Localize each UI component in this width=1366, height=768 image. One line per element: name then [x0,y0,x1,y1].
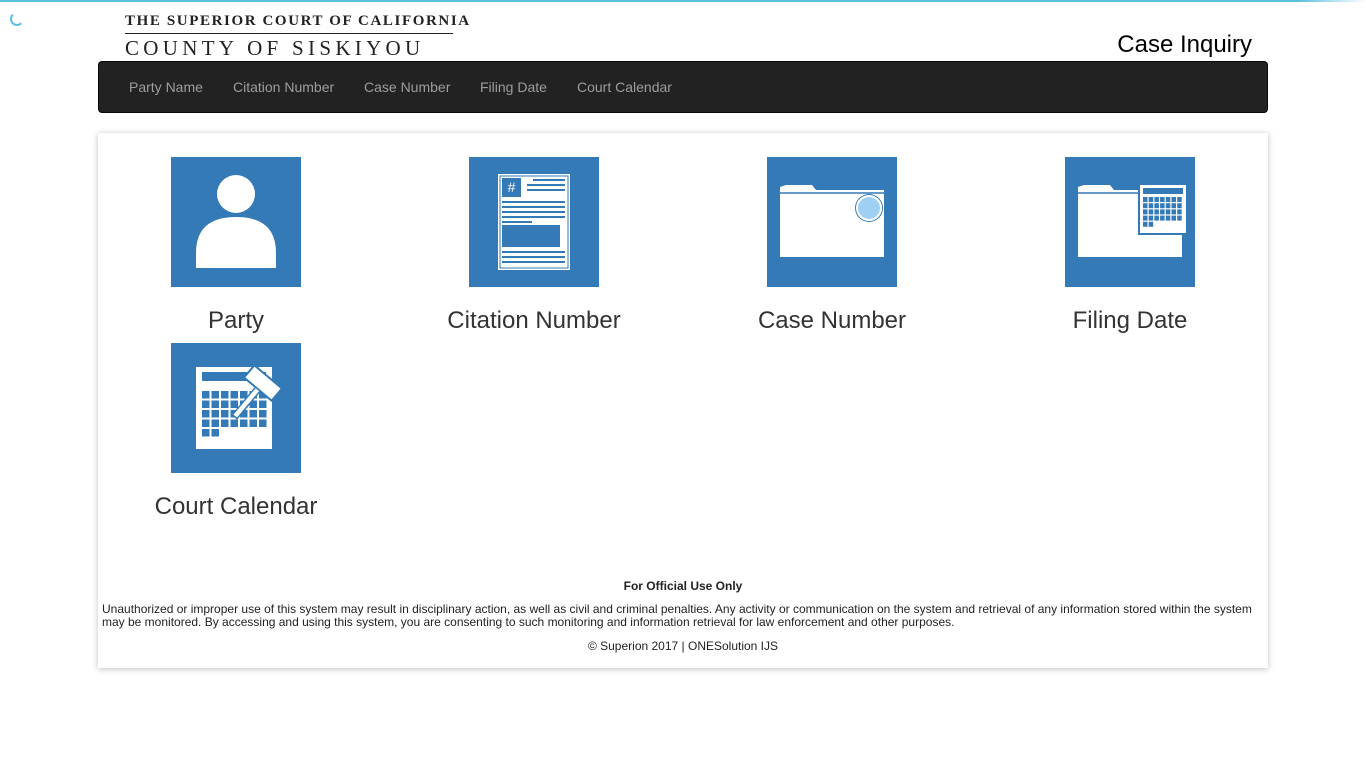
tile-label: Case Number [757,307,907,334]
tile-case-number[interactable]: Case Number [683,157,981,335]
folder-search-icon [767,157,897,287]
tile-label: Court Calendar [154,493,318,520]
logo-line-1: THE SUPERIOR COURT OF CALIFORNIA [125,13,471,29]
tile-party[interactable]: Party [87,157,385,335]
calendar-gavel-icon [171,343,301,473]
person-icon [171,157,301,287]
copyright-text: © Superion 2017 | ONESolution IJS [587,639,779,653]
nav-party-name[interactable]: Party Name [129,62,203,112]
main-panel: Party # Citation Number Case Number Fili… [98,133,1268,668]
nav-citation-number[interactable]: Citation Number [233,62,334,112]
tile-citation-number[interactable]: # Citation Number [385,157,683,335]
svg-text:#: # [508,179,516,195]
tile-label: Party [207,307,264,334]
official-use-heading: For Official Use Only [623,579,743,593]
folder-calendar-icon [1065,157,1195,287]
court-logo[interactable]: THE SUPERIOR COURT OF CALIFORNIA COUNTY … [125,13,471,63]
logo-rule [125,33,453,34]
citation-document-icon: # [469,157,599,287]
legal-warning-text: Unauthorized or improper use of this sys… [102,602,1252,629]
tile-court-calendar[interactable]: Court Calendar [87,343,385,521]
page-title: Case Inquiry [1117,31,1252,58]
loading-spinner-icon [10,12,24,26]
logo-line-2: COUNTY OF SISKIYOU [125,36,425,60]
tile-label: Citation Number [447,307,621,334]
nav-court-calendar[interactable]: Court Calendar [577,62,672,112]
loading-bar [0,0,1366,2]
nav-case-number[interactable]: Case Number [364,62,450,112]
nav-filing-date[interactable]: Filing Date [480,62,547,112]
tile-label: Filing Date [1072,307,1188,334]
main-navbar: Party Name Citation Number Case Number F… [98,61,1268,113]
tile-filing-date[interactable]: Filing Date [981,157,1279,335]
